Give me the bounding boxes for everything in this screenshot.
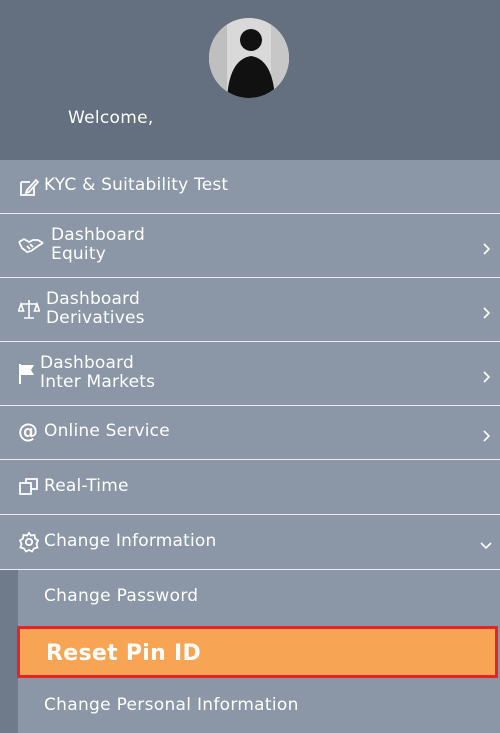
chevron-right-icon [480,368,492,383]
submenu-change-information: Change Password Reset Pin ID Change Pers… [0,570,500,733]
menu-item-real-time[interactable]: Real-Time [0,460,500,515]
menu-label-inter-line1: Dashboard [40,353,135,373]
submenu-item-change-personal-information[interactable]: Change Personal Information [0,679,500,733]
menu-label-online-service: Online Service [44,421,170,441]
chevron-down-icon [480,536,492,550]
menu-label-equity-line1: Dashboard [51,225,146,245]
menu-label-derivatives-line2: Derivatives [46,308,145,328]
chevron-right-icon [480,427,492,442]
menu-label-kyc: KYC & Suitability Test [44,175,229,195]
gear-icon [18,531,40,553]
chevron-right-icon [480,304,492,319]
menu-label-inter-line2: Inter Markets [40,372,156,392]
menu-item-change-information[interactable]: Change Information [0,515,500,570]
submenu-item-reset-pin-id[interactable]: Reset Pin ID [0,624,500,679]
menu-label-derivatives-line1: Dashboard [46,289,141,309]
menu-item-online-service[interactable]: @ Online Service [0,406,500,460]
menu-item-dashboard-derivatives[interactable]: Dashboard Derivatives [0,278,500,342]
avatar[interactable] [209,18,289,98]
chevron-right-icon [480,240,492,255]
menu-item-dashboard-equity[interactable]: Dashboard Equity [0,214,500,278]
menu-label-change-information: Change Information [44,531,217,551]
submenu-label-reset-pin-id: Reset Pin ID [46,641,202,666]
edit-icon [18,176,40,198]
windows-icon [18,476,40,498]
menu-item-kyc[interactable]: KYC & Suitability Test [0,160,500,214]
handshake-icon [18,234,44,256]
submenu-label-change-personal-information: Change Personal Information [44,695,299,715]
menu-label-equity-line2: Equity [51,244,106,264]
flag-icon [18,363,36,385]
submenu-label-change-password: Change Password [44,586,199,606]
profile-header: Welcome, [0,0,500,160]
menu-label-real-time: Real-Time [44,476,129,496]
balance-scale-icon [17,298,41,320]
welcome-text: Welcome, [68,108,154,128]
reset-pin-id-highlight[interactable]: Reset Pin ID [17,626,498,678]
at-sign-icon: @ [18,419,38,443]
submenu-item-change-password[interactable]: Change Password [0,570,500,624]
menu-item-dashboard-inter-markets[interactable]: Dashboard Inter Markets [0,342,500,406]
side-menu: KYC & Suitability Test Dashboard Equity … [0,160,500,733]
